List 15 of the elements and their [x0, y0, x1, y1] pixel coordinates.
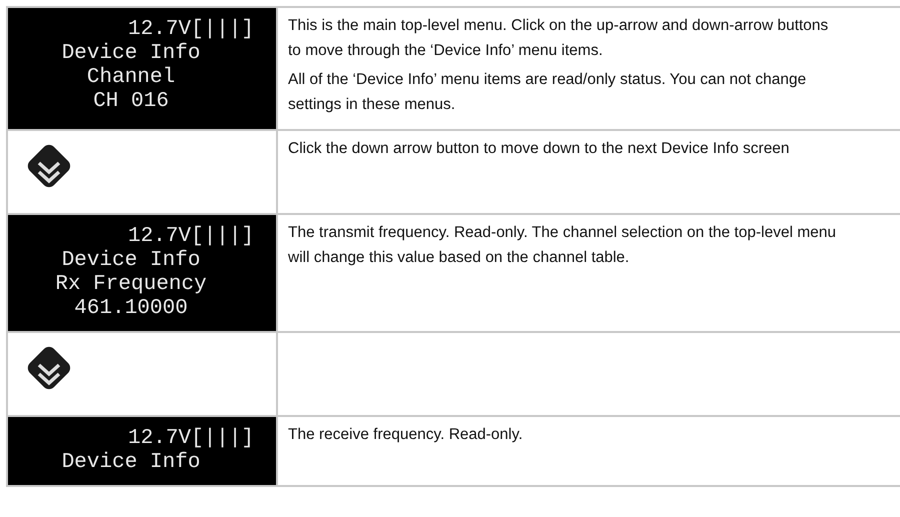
description-text: The transmit frequency. Read-only. The channel selection on the top-level menu will change this value based on the channel table. [288, 223, 837, 268]
lcd-status-text: 12.7V[|||] [126, 427, 254, 451]
lcd-text: 461.10000 [73, 297, 189, 321]
lcd-status-text: 12.7V[|||] [126, 18, 254, 42]
lcd-text: Channel [86, 66, 176, 90]
description-text: Click the down arrow button to move down to the next Device Info screen [288, 139, 790, 159]
lcd-text: CH 016 [92, 90, 170, 114]
lcd-text: Device Info [60, 42, 202, 66]
lcd-status-text: 12.7V[|||] [126, 225, 254, 249]
lcd-text: Rx Frequency [54, 273, 208, 297]
description-text: This is the main top-level menu. Click on the up-arrow and down-arrow buttons to move through the ‘Device Info’ menu items. [288, 16, 830, 61]
description-text: All of the ‘Device Info’ menu items are read/only status. You can not change settings in these menus. [288, 70, 808, 115]
lcd-text: Device Info [60, 249, 202, 273]
lcd-text: Device Info [60, 451, 202, 475]
description-text: The receive frequency. Read-only. [288, 425, 524, 445]
